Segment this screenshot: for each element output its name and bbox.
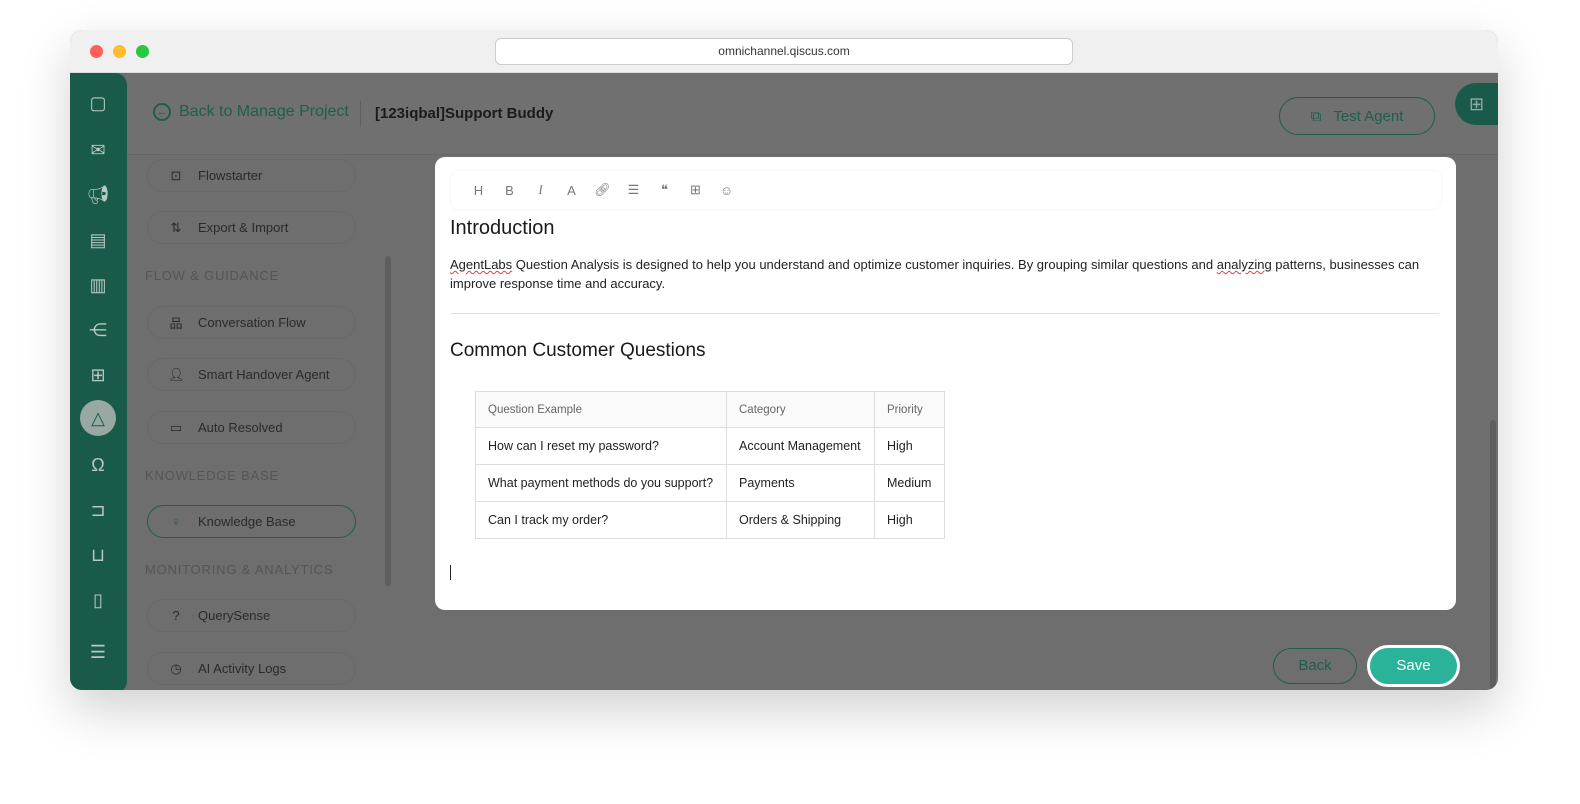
heading-icon[interactable]: H [463, 183, 494, 198]
bullet-list-icon[interactable]: ☰ [618, 182, 649, 198]
contact-card-icon[interactable]: ▤ [86, 228, 110, 252]
sidebar-item-label: Smart Handover Agent [198, 367, 330, 382]
user-check-icon: 👤︎ [168, 366, 185, 382]
horizontal-rule [451, 313, 1439, 314]
minimize-window-button[interactable] [113, 45, 126, 58]
table-cell[interactable]: What payment methods do you support? [475, 464, 727, 502]
page-title: [123iqbal]Support Buddy [375, 105, 554, 122]
share-nodes-icon[interactable]: ⋲ [86, 318, 110, 342]
misspelled-word: analyzing [1216, 257, 1272, 272]
test-agent-label: Test Agent [1333, 107, 1404, 125]
grid-icon: ⊞ [1469, 94, 1485, 114]
sidebar-item-label: QuerySense [198, 608, 271, 623]
intro-paragraph[interactable]: AgentLabs Question Analysis is designed … [450, 255, 1435, 293]
table-cell[interactable]: Can I track my order? [475, 501, 727, 539]
user-role-icon[interactable]: Ω [86, 453, 110, 477]
sidebar-scrollbar[interactable] [385, 256, 391, 586]
sidebar-item-label: Conversation Flow [198, 315, 306, 330]
lightbulb-icon: ♀ [171, 514, 181, 529]
page-header: ← Back to Manage Project [123iqbal]Suppo… [127, 73, 1498, 155]
external-link-icon: ⧉ [1310, 107, 1322, 125]
test-agent-button[interactable]: ⧉ Test Agent [1279, 97, 1435, 135]
flowstarter-icon: ⊡ [170, 167, 182, 183]
questions-table[interactable]: Question Example Category Priority How c… [475, 391, 945, 539]
table-cell[interactable]: How can I reset my password? [475, 427, 727, 465]
table-cell[interactable]: High [874, 501, 945, 539]
back-button[interactable]: Back [1273, 648, 1357, 684]
table-header-row: Question Example Category Priority [475, 391, 945, 428]
table-cell[interactable]: Account Management [726, 427, 875, 465]
sidebar-item-ai-activity-logs[interactable]: ◷ AI Activity Logs [147, 652, 356, 685]
column-header: Priority [874, 391, 945, 428]
flow-diagram-icon: 品 [169, 316, 183, 331]
apps-grid-button[interactable]: ⊞ [1455, 83, 1498, 125]
question-bubble-icon: ? [172, 608, 180, 623]
maximize-window-button[interactable] [136, 45, 149, 58]
save-button[interactable]: Save [1367, 645, 1460, 687]
app-rail: ▢ ✉ 📢︎ ▤ ▥ ⋲ ⊞ △ Ω ⊐ ⊔ ▯ ☰ [70, 73, 127, 690]
arrow-left-circle-icon: ← [153, 103, 171, 121]
sidebar-item-knowledge-base[interactable]: ♀ Knowledge Base [147, 505, 356, 538]
table-cell[interactable]: Medium [874, 464, 945, 502]
arrows-up-down-icon: ⇅ [170, 219, 182, 235]
section-heading: FLOW & GUIDANCE [145, 268, 280, 283]
back-to-manage-project-link[interactable]: ← Back to Manage Project [153, 103, 349, 121]
italic-icon[interactable]: I [525, 182, 556, 198]
ai-agent-icon[interactable]: △ [80, 400, 116, 436]
close-window-button[interactable] [90, 45, 103, 58]
chat-bubble-icon: ▭ [169, 419, 183, 435]
sidebar-item-querysense[interactable]: ? QuerySense [147, 599, 356, 632]
text-style-icon[interactable]: A [556, 183, 587, 198]
main-scrollbar[interactable] [1490, 420, 1496, 690]
back-link-label: Back to Manage Project [179, 103, 349, 120]
table-icon[interactable]: ⊞ [680, 182, 711, 198]
knowledge-editor-modal: H B I A 🔗︎ ☰ ❝ ⊞ ☺ Introduction AgentLab… [435, 157, 1456, 610]
mobile-icon[interactable]: ▯ [86, 588, 110, 612]
emoji-icon[interactable]: ☺ [711, 183, 742, 198]
megaphone-icon[interactable]: 📢︎ [86, 183, 110, 207]
editor-toolbar: H B I A 🔗︎ ☰ ❝ ⊞ ☺ [451, 171, 1441, 209]
sidebar-item-label: Export & Import [198, 220, 289, 235]
sidebar-item-label: Flowstarter [198, 168, 263, 183]
questions-heading: Common Customer Questions [450, 340, 706, 361]
apps-grid-icon[interactable]: ⊞ [86, 363, 110, 387]
analytics-icon[interactable]: ▥ [86, 273, 110, 297]
text: Question Analysis is designed to help yo… [512, 257, 1217, 272]
table-cell[interactable]: High [874, 427, 945, 465]
table-row: What payment methods do you support? Paym… [475, 464, 945, 502]
link-icon[interactable]: 🔗︎ [587, 182, 618, 198]
intro-heading: Introduction [450, 217, 555, 239]
sidebar-item-label: Auto Resolved [198, 420, 283, 435]
table-cell[interactable]: Payments [726, 464, 875, 502]
column-header: Question Example [475, 391, 727, 428]
browser-titlebar: omnichannel.qiscus.com [70, 30, 1498, 73]
inbox-icon[interactable]: ⊔ [86, 543, 110, 567]
sidebar-item-flowstarter[interactable]: ⊡ Flowstarter [147, 159, 356, 192]
text-cursor [450, 565, 451, 580]
clock-icon: ◷ [170, 660, 182, 676]
quote-icon[interactable]: ❝ [649, 182, 680, 198]
divider [360, 101, 361, 127]
misspelled-word: AgentLabs [450, 257, 513, 272]
bold-icon[interactable]: B [494, 183, 525, 198]
browser-window: omnichannel.qiscus.com ▢ ✉ 📢︎ ▤ ▥ ⋲ ⊞ △ … [70, 30, 1498, 690]
chat-logo-icon[interactable]: ▢ [86, 91, 110, 115]
sidebar-item-conversation-flow[interactable]: 品 Conversation Flow [147, 306, 356, 339]
sidebar-item-label: AI Activity Logs [198, 661, 287, 676]
secondary-sidebar: ⊡ Flowstarter ⇅ Export & Import FLOW & GUI… [127, 156, 390, 690]
address-bar[interactable]: omnichannel.qiscus.com [495, 38, 1073, 65]
sidebar-item-label: Knowledge Base [198, 514, 296, 529]
ticket-icon[interactable]: ⊐ [86, 498, 110, 522]
sidebar-item-smart-handover-agent[interactable]: 👤︎ Smart Handover Agent [147, 358, 356, 391]
table-cell[interactable]: Orders & Shipping [726, 501, 875, 539]
mail-icon[interactable]: ✉ [86, 138, 110, 162]
section-heading: MONITORING & ANALYTICS [145, 562, 334, 577]
table-row: Can I track my order? Orders & Shipping Hi… [475, 501, 945, 539]
sidebar-item-export-import[interactable]: ⇅ Export & Import [147, 211, 356, 244]
section-heading: KNOWLEDGE BASE [145, 468, 280, 483]
sidebar-item-auto-resolved[interactable]: ▭ Auto Resolved [147, 411, 356, 444]
table-row: How can I reset my password? Account Mana… [475, 427, 945, 465]
column-header: Category [726, 391, 875, 428]
settings-sliders-icon[interactable]: ☰ [86, 640, 110, 664]
